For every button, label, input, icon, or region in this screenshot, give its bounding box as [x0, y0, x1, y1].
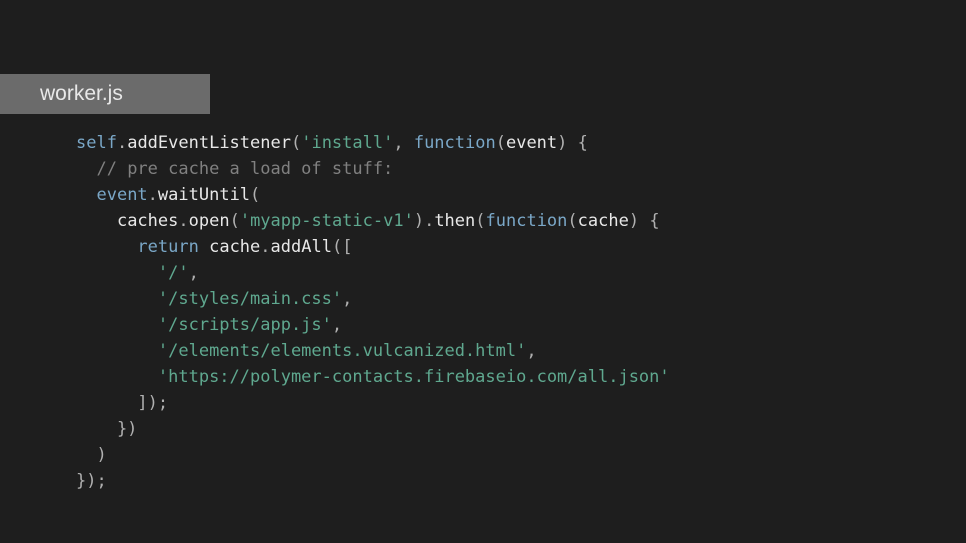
code-token-string: 'install': [301, 133, 393, 153]
code-token-string: '/': [158, 263, 189, 283]
code-token-punct: [76, 289, 158, 309]
code-token-ident: cache: [209, 237, 260, 257]
code-token-method: then: [434, 211, 475, 231]
code-token-punct: (: [567, 211, 577, 231]
code-line: caches.open('myapp-static-v1').then(func…: [76, 208, 670, 234]
code-token-punct: }): [76, 419, 137, 439]
code-token-var: self: [76, 133, 117, 153]
code-token-punct: [76, 367, 158, 387]
code-token-string: '/scripts/app.js': [158, 315, 332, 335]
code-token-string: 'https://polymer-contacts.firebaseio.com…: [158, 367, 670, 387]
code-token-punct: ).: [414, 211, 434, 231]
code-token-punct: .: [260, 237, 270, 257]
code-token-string: 'myapp-static-v1': [240, 211, 414, 231]
code-token-string: '/styles/main.css': [158, 289, 342, 309]
code-token-var: event: [96, 185, 147, 205]
code-token-string: '/elements/elements.vulcanized.html': [158, 341, 526, 361]
code-token-punct: [76, 159, 96, 179]
code-token-punct: ) {: [557, 133, 588, 153]
code-token-ident: cache: [578, 211, 629, 231]
code-token-keyword: return: [137, 237, 198, 257]
code-token-keyword: function: [486, 211, 568, 231]
code-token-punct: .: [178, 211, 188, 231]
code-token-punct: ) {: [629, 211, 660, 231]
code-line: });: [76, 468, 670, 494]
code-token-punct: ,: [342, 289, 352, 309]
code-token-punct: .: [148, 185, 158, 205]
code-token-punct: [76, 315, 158, 335]
code-line: '/',: [76, 260, 670, 286]
file-tab[interactable]: worker.js: [0, 74, 210, 114]
code-token-punct: (: [291, 133, 301, 153]
code-line: }): [76, 416, 670, 442]
code-token-punct: [76, 237, 137, 257]
code-line: '/elements/elements.vulcanized.html',: [76, 338, 670, 364]
code-token-method: addEventListener: [127, 133, 291, 153]
code-line: // pre cache a load of stuff:: [76, 156, 670, 182]
code-line: return cache.addAll([: [76, 234, 670, 260]
code-token-method: addAll: [271, 237, 332, 257]
code-line: '/scripts/app.js',: [76, 312, 670, 338]
code-line: event.waitUntil(: [76, 182, 670, 208]
code-token-punct: ]);: [76, 393, 168, 413]
code-token-punct: ,: [332, 315, 342, 335]
code-token-ident: caches: [117, 211, 178, 231]
file-tab-label: worker.js: [40, 82, 123, 106]
code-token-keyword: function: [414, 133, 496, 153]
code-token-punct: (: [496, 133, 506, 153]
code-token-punct: ,: [189, 263, 199, 283]
code-token-punct: [76, 185, 96, 205]
code-editor[interactable]: self.addEventListener('install', functio…: [76, 130, 670, 494]
code-line: '/styles/main.css',: [76, 286, 670, 312]
code-token-punct: .: [117, 133, 127, 153]
code-token-punct: ,: [526, 341, 536, 361]
code-token-punct: ): [76, 445, 107, 465]
code-token-punct: [76, 211, 117, 231]
code-token-punct: (: [250, 185, 260, 205]
code-token-punct: (: [230, 211, 240, 231]
code-token-ident: event: [506, 133, 557, 153]
code-token-punct: ,: [393, 133, 413, 153]
code-token-punct: [76, 263, 158, 283]
code-token-punct: });: [76, 471, 107, 491]
code-line: ]);: [76, 390, 670, 416]
code-token-punct: ([: [332, 237, 352, 257]
code-line: ): [76, 442, 670, 468]
code-line: 'https://polymer-contacts.firebaseio.com…: [76, 364, 670, 390]
code-line: self.addEventListener('install', functio…: [76, 130, 670, 156]
code-token-punct: [76, 341, 158, 361]
code-token-punct: (: [475, 211, 485, 231]
code-token-method: waitUntil: [158, 185, 250, 205]
code-token-method: open: [189, 211, 230, 231]
code-token-punct: [199, 237, 209, 257]
code-token-comment: // pre cache a load of stuff:: [96, 159, 393, 179]
